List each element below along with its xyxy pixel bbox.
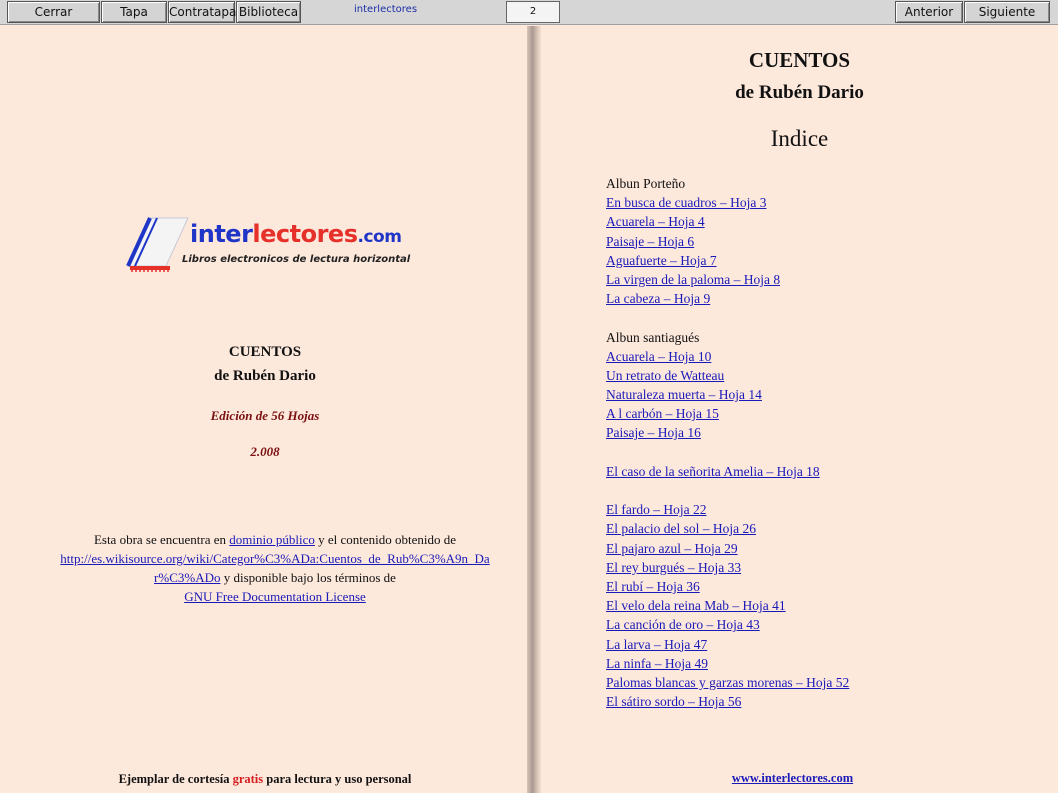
- book-title: CUENTOS: [228, 344, 302, 360]
- public-domain-link[interactable]: dominio público: [229, 532, 315, 547]
- left-page: interlectores.com Libros electronicos de…: [0, 26, 527, 793]
- toc-item: La cabeza – Hoja 9: [606, 289, 1046, 308]
- toc-section-heading: Albun santiagués: [606, 329, 700, 345]
- toc-link[interactable]: A l carbón – Hoja 15: [606, 406, 719, 421]
- table-of-contents: Albun Porteño En busca de cuadros – Hoja …: [606, 174, 1046, 711]
- toc-item: El fardo – Hoja 22: [606, 500, 1046, 519]
- site-footer: www.interlectores.com: [541, 771, 1044, 786]
- close-button[interactable]: Cerrar: [7, 1, 100, 23]
- toolbar: Cerrar Tapa Contratapa Biblioteca interl…: [0, 0, 1058, 25]
- toc-link[interactable]: Acuarela – Hoja 4: [606, 214, 705, 229]
- toc-spacer: [606, 481, 1046, 500]
- site-link[interactable]: www.interlectores.com: [732, 771, 853, 785]
- next-button[interactable]: Siguiente: [964, 1, 1050, 23]
- cover-button[interactable]: Tapa: [101, 1, 167, 23]
- toc-item: Un retrato de Watteau: [606, 366, 1046, 385]
- toc-link[interactable]: La cabeza – Hoja 9: [606, 291, 710, 306]
- toc-link[interactable]: El rey burgués – Hoja 33: [606, 560, 741, 575]
- book-logo-icon: [126, 217, 189, 272]
- right-page: CUENTOS de Rubén Dario Indice Albun Port…: [541, 26, 1058, 793]
- year-label: 2.008: [250, 444, 280, 459]
- toc-item: Paisaje – Hoja 16: [606, 423, 1046, 442]
- toc-item: La larva – Hoja 47: [606, 635, 1046, 654]
- toc-item: La ninfa – Hoja 49: [606, 654, 1046, 673]
- toc-item: En busca de cuadros – Hoja 3: [606, 193, 1046, 212]
- toc-item: El pajaro azul – Hoja 29: [606, 539, 1046, 558]
- toc-link[interactable]: El pajaro azul – Hoja 29: [606, 541, 738, 556]
- toc-link[interactable]: El rubí – Hoja 36: [606, 579, 700, 594]
- toc-item: El rubí – Hoja 36: [606, 577, 1046, 596]
- toc-link[interactable]: La ninfa – Hoja 49: [606, 656, 708, 671]
- notice-text-3: y disponible bajo los términos de: [223, 570, 396, 585]
- toc-link[interactable]: La larva – Hoja 47: [606, 637, 707, 652]
- toolbar-brand: interlectores: [354, 4, 418, 15]
- logo-subtitle: Libros electronicos de lectura horizonta…: [182, 254, 411, 265]
- toc-item: Acuarela – Hoja 4: [606, 212, 1046, 231]
- index-heading: Indice: [770, 126, 829, 151]
- toc-link[interactable]: Acuarela – Hoja 10: [606, 349, 711, 364]
- book-author: de Rubén Dario: [214, 368, 316, 384]
- back-cover-button[interactable]: Contratapa: [168, 1, 236, 23]
- toc-item: El sátiro sordo – Hoja 56: [606, 692, 1046, 711]
- toc-link[interactable]: En busca de cuadros – Hoja 3: [606, 195, 766, 210]
- library-button[interactable]: Biblioteca: [236, 1, 301, 23]
- page-number: 2: [506, 1, 560, 23]
- edition-label: Edición de 56 Hojas: [210, 408, 320, 423]
- toc-link[interactable]: El sátiro sordo – Hoja 56: [606, 694, 741, 709]
- toc-item: El caso de la señorita Amelia – Hoja 18: [606, 462, 1046, 481]
- toc-item: Paisaje – Hoja 6: [606, 232, 1046, 251]
- toc-link[interactable]: Naturaleza muerta – Hoja 14: [606, 387, 762, 402]
- toc-item: Aguafuerte – Hoja 7: [606, 251, 1046, 270]
- toc-link[interactable]: La canción de oro – Hoja 43: [606, 617, 760, 632]
- toc-item: Palomas blancas y garzas morenas – Hoja …: [606, 673, 1046, 692]
- toc-item: El rey burgués – Hoja 33: [606, 558, 1046, 577]
- gnu-license-link[interactable]: GNU Free Documentation License: [184, 589, 366, 604]
- toc-link[interactable]: Palomas blancas y garzas morenas – Hoja …: [606, 675, 849, 690]
- toc-link[interactable]: El velo dela reina Mab – Hoja 41: [606, 598, 786, 613]
- index-book-title: CUENTOS: [748, 48, 851, 72]
- toc-spacer: [606, 308, 1046, 327]
- book-spine: [527, 26, 541, 793]
- notice-text-2: y el contenido obtenido de: [318, 532, 457, 547]
- interlectores-logo: interlectores.com Libros electronicos de…: [124, 214, 410, 294]
- toc-item: A l carbón – Hoja 15: [606, 404, 1046, 423]
- toc-link[interactable]: El fardo – Hoja 22: [606, 502, 706, 517]
- license-notice: Esta obra se encuentra en dominio públic…: [55, 530, 495, 606]
- toc-link[interactable]: Paisaje – Hoja 6: [606, 234, 694, 249]
- toc-item: La canción de oro – Hoja 43: [606, 615, 1046, 634]
- toc-link[interactable]: La virgen de la paloma – Hoja 8: [606, 272, 780, 287]
- courtesy-footer: Ejemplar de cortesía gratis para lectura…: [118, 772, 412, 786]
- toc-item: El palacio del sol – Hoja 26: [606, 519, 1046, 538]
- toc-item: Acuarela – Hoja 10: [606, 347, 1046, 366]
- index-book-author: de Rubén Dario: [735, 82, 864, 103]
- notice-text-1: Esta obra se encuentra en: [93, 532, 227, 547]
- toc-spacer: [606, 443, 1046, 462]
- toc-item: El velo dela reina Mab – Hoja 41: [606, 596, 1046, 615]
- toc-item: La virgen de la paloma – Hoja 8: [606, 270, 1046, 289]
- toc-link[interactable]: Aguafuerte – Hoja 7: [606, 253, 717, 268]
- toc-section-heading: Albun Porteño: [606, 176, 686, 191]
- toc-item: Naturaleza muerta – Hoja 14: [606, 385, 1046, 404]
- logo-wordmark: interlectores.com: [190, 220, 402, 248]
- toc-link[interactable]: El palacio del sol – Hoja 26: [606, 521, 756, 536]
- toc-link[interactable]: El caso de la señorita Amelia – Hoja 18: [606, 464, 820, 479]
- previous-button[interactable]: Anterior: [895, 1, 963, 23]
- toc-link[interactable]: Un retrato de Watteau: [606, 368, 724, 383]
- toc-link[interactable]: Paisaje – Hoja 16: [606, 425, 701, 440]
